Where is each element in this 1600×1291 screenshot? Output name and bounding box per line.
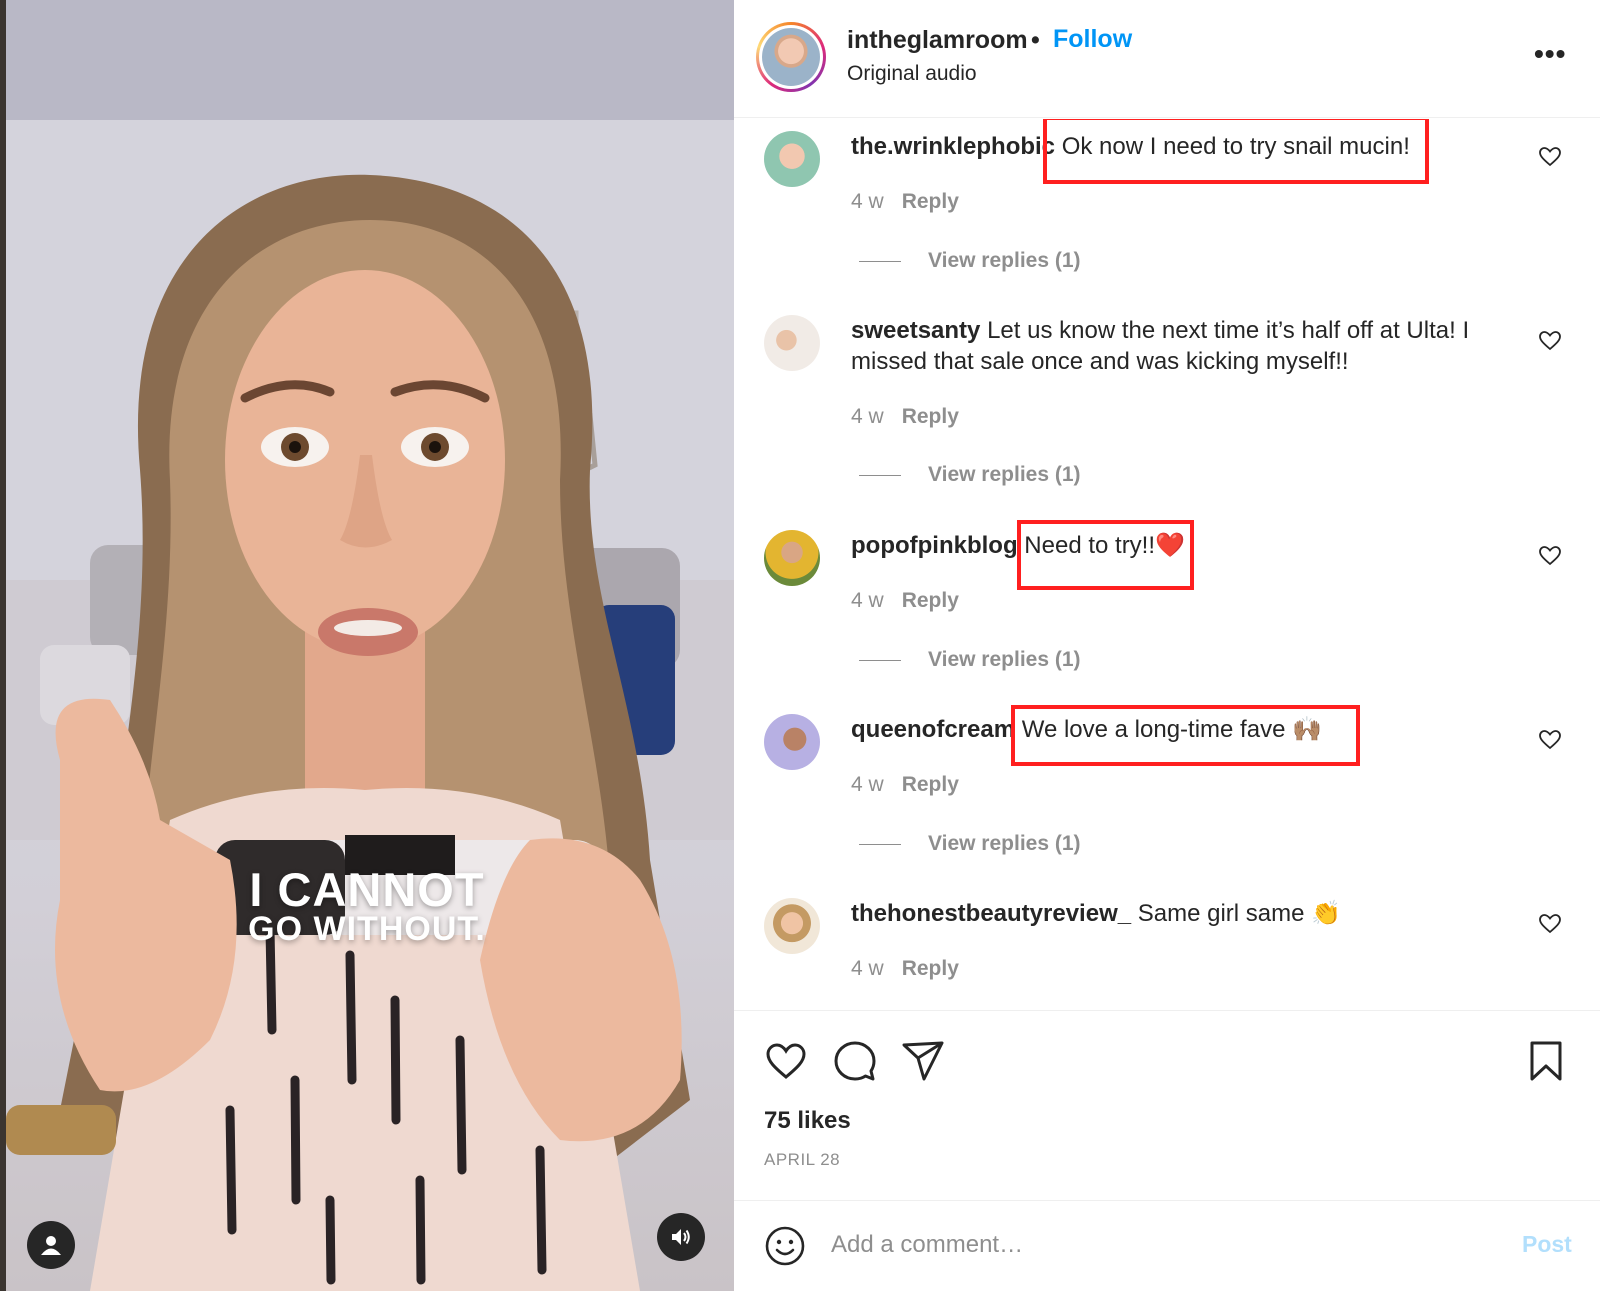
audio-link[interactable]: Original audio [847,62,977,86]
comment-age: 4 w [851,589,884,612]
video-frame [6,0,734,1291]
sound-toggle-button[interactable] [657,1213,705,1261]
emoji-icon[interactable] [764,1225,806,1267]
view-replies-button[interactable]: View replies (1) [859,249,1081,273]
heart-icon[interactable] [764,1039,808,1083]
commenter-avatar[interactable] [764,315,820,371]
replies-line [859,659,901,661]
comment-icon[interactable] [833,1039,877,1083]
view-replies-label: View replies (1) [928,463,1081,486]
comment-meta: 4 w Reply [851,773,959,797]
commenter-avatar[interactable] [764,714,820,770]
commenter-username[interactable]: popofpinkblog [851,532,1018,559]
highlight-box [1017,520,1194,590]
reply-button[interactable]: Reply [902,957,959,980]
post-header: intheglamroom • Follow Original audio ••… [734,0,1600,118]
commenter-username[interactable]: thehonestbeautyreview_ [851,900,1131,927]
reply-button[interactable]: Reply [902,405,959,428]
share-icon[interactable] [901,1039,945,1083]
commenter-avatar[interactable] [764,898,820,954]
comment-age: 4 w [851,773,884,796]
comment-input[interactable] [831,1223,1471,1267]
post-button[interactable]: Post [1522,1231,1572,1258]
view-replies-button[interactable]: View replies (1) [859,648,1081,672]
highlight-box [1011,705,1360,766]
view-replies-label: View replies (1) [928,249,1081,272]
commenter-username[interactable]: the.wrinklephobic [851,133,1055,160]
comment-like-heart-icon[interactable] [1538,145,1562,169]
replies-line [859,260,901,262]
reel-video[interactable]: I CANNOT GO WITHOUT. [0,0,734,1291]
replies-line [859,474,901,476]
comment-text: thehonestbeautyreview_ Same girl same 👏 [851,898,1481,929]
post-date: APRIL 28 [764,1150,841,1169]
commenter-avatar[interactable] [764,131,820,187]
speaker-icon [672,1229,690,1245]
comment-meta: 4 w Reply [851,405,959,429]
comment-body: Same girl same 👏 [1137,900,1342,927]
reply-button[interactable]: Reply [902,190,959,213]
comment-age: 4 w [851,957,884,980]
highlight-box [1043,119,1429,184]
tagged-user-button[interactable] [27,1221,75,1269]
author-username[interactable]: intheglamroom [847,26,1028,55]
view-replies-button[interactable]: View replies (1) [859,832,1081,856]
comment-age: 4 w [851,405,884,428]
comment-age: 4 w [851,190,884,213]
comment-like-heart-icon[interactable] [1538,544,1562,568]
video-caption-line1: I CANNOT [249,863,485,916]
bookmark-icon[interactable] [1524,1039,1568,1083]
post-actions: 75 likes APRIL 28 [734,1010,1600,1200]
comment-meta: 4 w Reply [851,589,959,613]
person-icon [41,1236,61,1255]
header-separator: • [1031,26,1040,54]
reply-button[interactable]: Reply [902,773,959,796]
view-replies-label: View replies (1) [928,648,1081,671]
comment-meta: 4 w Reply [851,957,959,981]
view-replies-button[interactable]: View replies (1) [859,463,1081,487]
post-side-panel: intheglamroom • Follow Original audio ••… [734,0,1600,1291]
add-comment-bar: Post [734,1200,1600,1291]
author-avatar[interactable] [756,22,826,92]
comment-like-heart-icon[interactable] [1538,728,1562,752]
reply-button[interactable]: Reply [902,589,959,612]
replies-line [859,843,901,845]
comment-like-heart-icon[interactable] [1538,329,1562,353]
view-replies-label: View replies (1) [928,832,1081,855]
comment-list[interactable]: the.wrinklephobic Ok now I need to try s… [734,119,1600,1010]
commenter-username[interactable]: sweetsanty [851,317,980,344]
commenter-avatar[interactable] [764,530,820,586]
commenter-username[interactable]: queenofcream [851,716,1015,743]
video-caption-line2: GO WITHOUT. [248,910,486,948]
comment-like-heart-icon[interactable] [1538,912,1562,936]
more-options-button[interactable]: ••• [1534,38,1566,70]
comment-text: sweetsanty Let us know the next time it’… [851,315,1481,377]
likes-count[interactable]: 75 likes [764,1107,851,1135]
follow-button[interactable]: Follow [1053,25,1132,54]
comment-meta: 4 w Reply [851,190,959,214]
